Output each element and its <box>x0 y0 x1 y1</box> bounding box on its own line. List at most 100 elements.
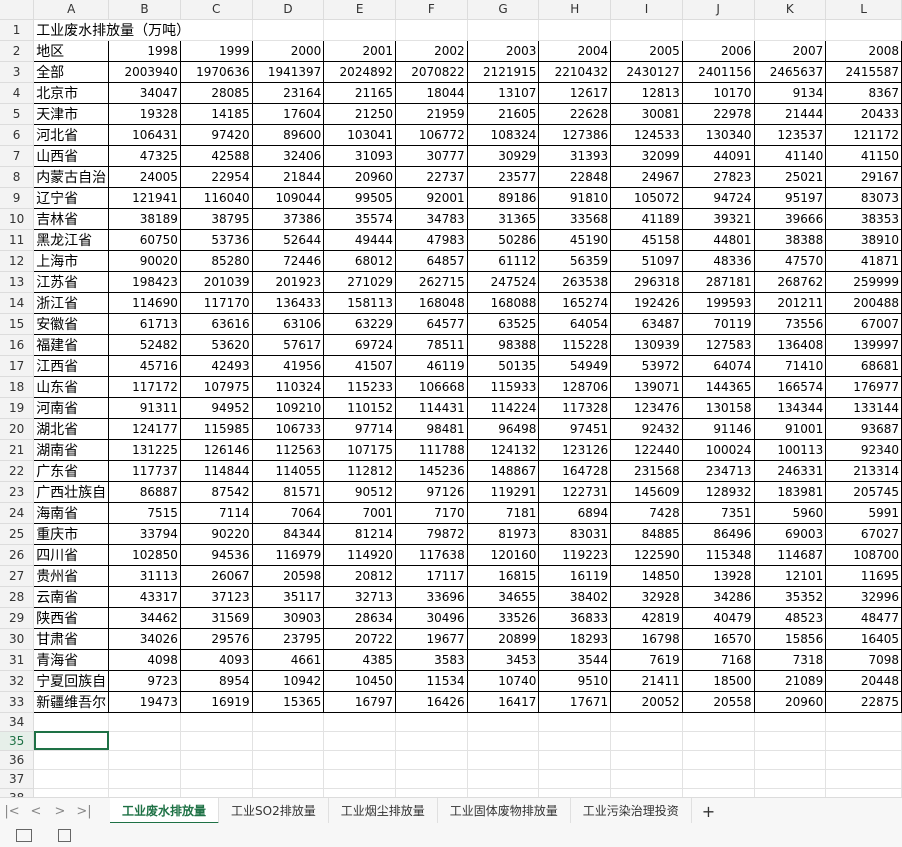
value-cell[interactable]: 91146 <box>682 418 755 440</box>
year-header-cell[interactable]: 2006 <box>682 40 755 62</box>
value-cell[interactable]: 124132 <box>467 439 540 461</box>
value-cell[interactable]: 4098 <box>108 649 181 671</box>
cell[interactable] <box>467 769 540 789</box>
value-cell[interactable]: 21959 <box>395 103 468 125</box>
select-all-corner[interactable] <box>0 0 35 20</box>
value-cell[interactable]: 22978 <box>682 103 755 125</box>
value-cell[interactable]: 90220 <box>180 523 253 545</box>
value-cell[interactable]: 117170 <box>180 292 253 314</box>
value-cell[interactable]: 22954 <box>180 166 253 188</box>
value-cell[interactable]: 15856 <box>754 628 827 650</box>
value-cell[interactable]: 34462 <box>108 607 181 629</box>
value-cell[interactable]: 53972 <box>610 355 683 377</box>
value-cell[interactable]: 41140 <box>754 145 827 167</box>
value-cell[interactable]: 183981 <box>754 481 827 503</box>
value-cell[interactable]: 97126 <box>395 481 468 503</box>
value-cell[interactable]: 25021 <box>754 166 827 188</box>
row-header[interactable]: 38 <box>0 788 35 797</box>
value-cell[interactable]: 64054 <box>538 313 612 335</box>
value-cell[interactable]: 29576 <box>180 628 253 650</box>
value-cell[interactable]: 16798 <box>610 628 683 650</box>
value-cell[interactable]: 32713 <box>323 586 396 608</box>
region-cell[interactable]: 内蒙古自治 <box>33 166 110 188</box>
tab-sheet[interactable]: 工业污染治理投资 <box>571 798 692 824</box>
value-cell[interactable]: 7168 <box>682 649 755 671</box>
cell[interactable] <box>825 19 902 41</box>
value-cell[interactable]: 34655 <box>467 586 540 608</box>
cell[interactable] <box>180 712 253 732</box>
value-cell[interactable]: 73556 <box>754 313 827 335</box>
value-cell[interactable]: 23164 <box>252 82 325 104</box>
value-cell[interactable]: 7001 <box>323 502 396 524</box>
cell[interactable] <box>323 712 396 732</box>
value-cell[interactable]: 56359 <box>538 250 612 272</box>
value-cell[interactable]: 110152 <box>323 397 396 419</box>
value-cell[interactable]: 41507 <box>323 355 396 377</box>
region-cell[interactable]: 广西壮族自 <box>33 481 110 503</box>
value-cell[interactable]: 39321 <box>682 208 755 230</box>
value-cell[interactable]: 176977 <box>825 376 902 398</box>
row-header[interactable]: 22 <box>0 460 35 482</box>
value-cell[interactable]: 30081 <box>610 103 683 125</box>
region-cell[interactable]: 全部 <box>33 61 110 83</box>
cell[interactable] <box>825 750 902 770</box>
value-cell[interactable]: 67007 <box>825 313 902 335</box>
row-header[interactable]: 4 <box>0 82 35 104</box>
cell[interactable] <box>323 731 396 751</box>
value-cell[interactable]: 106772 <box>395 124 468 146</box>
value-cell[interactable]: 119291 <box>467 481 540 503</box>
cell[interactable] <box>610 788 683 797</box>
cell[interactable] <box>323 750 396 770</box>
value-cell[interactable]: 130158 <box>682 397 755 419</box>
value-cell[interactable]: 117172 <box>108 376 181 398</box>
value-cell[interactable]: 98388 <box>467 334 540 356</box>
row-header[interactable]: 12 <box>0 250 35 272</box>
value-cell[interactable]: 72446 <box>252 250 325 272</box>
cell[interactable] <box>323 19 396 41</box>
value-cell[interactable]: 112812 <box>323 460 396 482</box>
value-cell[interactable]: 109044 <box>252 187 325 209</box>
cell[interactable] <box>682 19 755 41</box>
value-cell[interactable]: 131225 <box>108 439 181 461</box>
value-cell[interactable]: 63229 <box>323 313 396 335</box>
value-cell[interactable]: 16119 <box>538 565 612 587</box>
column-header[interactable]: C <box>180 0 253 20</box>
value-cell[interactable]: 83073 <box>825 187 902 209</box>
value-cell[interactable]: 36833 <box>538 607 612 629</box>
value-cell[interactable]: 35352 <box>754 586 827 608</box>
value-cell[interactable]: 60750 <box>108 229 181 251</box>
accessibility-icon[interactable] <box>58 828 71 842</box>
cell[interactable] <box>467 712 540 732</box>
cell[interactable] <box>754 788 827 797</box>
value-cell[interactable]: 213314 <box>825 460 902 482</box>
cell[interactable] <box>754 19 827 41</box>
value-cell[interactable]: 10170 <box>682 82 755 104</box>
cell[interactable] <box>33 788 110 797</box>
cell[interactable] <box>538 750 612 770</box>
row-header[interactable]: 25 <box>0 523 35 545</box>
value-cell[interactable]: 7428 <box>610 502 683 524</box>
cell[interactable] <box>754 731 827 751</box>
value-cell[interactable]: 86887 <box>108 481 181 503</box>
region-cell[interactable]: 贵州省 <box>33 565 110 587</box>
value-cell[interactable]: 18293 <box>538 628 612 650</box>
value-cell[interactable]: 22875 <box>825 691 902 713</box>
cell[interactable] <box>180 750 253 770</box>
value-cell[interactable]: 1970636 <box>180 61 253 83</box>
value-cell[interactable]: 20433 <box>825 103 902 125</box>
cell[interactable] <box>108 769 181 789</box>
value-cell[interactable]: 2210432 <box>538 61 612 83</box>
value-cell[interactable]: 16815 <box>467 565 540 587</box>
value-cell[interactable]: 69724 <box>323 334 396 356</box>
value-cell[interactable]: 16797 <box>323 691 396 713</box>
value-cell[interactable]: 124177 <box>108 418 181 440</box>
value-cell[interactable]: 26067 <box>180 565 253 587</box>
value-cell[interactable]: 38795 <box>180 208 253 230</box>
macro-record-icon[interactable] <box>16 828 32 842</box>
value-cell[interactable]: 70119 <box>682 313 755 335</box>
value-cell[interactable]: 3453 <box>467 649 540 671</box>
row-header[interactable]: 24 <box>0 502 35 524</box>
value-cell[interactable]: 4661 <box>252 649 325 671</box>
row-header[interactable]: 11 <box>0 229 35 251</box>
cell[interactable] <box>538 769 612 789</box>
